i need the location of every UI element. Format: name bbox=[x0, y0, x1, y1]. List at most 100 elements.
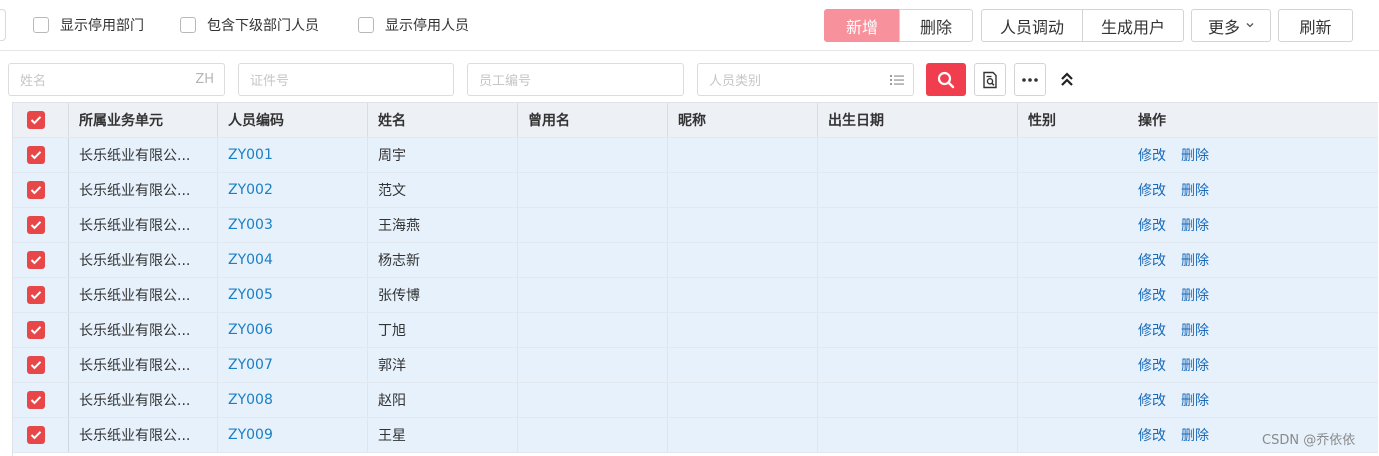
nickname-cell bbox=[668, 278, 818, 312]
more-actions-button[interactable] bbox=[1014, 63, 1046, 96]
edit-link[interactable]: 修改 bbox=[1138, 250, 1166, 270]
delete-link[interactable]: 删除 bbox=[1181, 390, 1209, 410]
table-row[interactable]: 长乐纸业有限公... ZY001 周宇 修改 删除 bbox=[13, 138, 1378, 173]
row-checkbox[interactable] bbox=[27, 181, 45, 199]
row-checkbox[interactable] bbox=[27, 321, 45, 339]
gender-cell bbox=[1018, 313, 1128, 347]
delete-link[interactable]: 删除 bbox=[1181, 180, 1209, 200]
row-checkbox[interactable] bbox=[27, 426, 45, 444]
staff-category-placeholder: 人员类别 bbox=[709, 74, 762, 89]
delete-link[interactable]: 删除 bbox=[1181, 250, 1209, 270]
name-filter-suffix: ZH bbox=[195, 72, 214, 87]
table-row[interactable]: 长乐纸业有限公... ZY004 杨志新 修改 删除 bbox=[13, 243, 1378, 278]
row-checkbox[interactable] bbox=[27, 146, 45, 164]
staff-transfer-button[interactable]: 人员调动 bbox=[981, 9, 1083, 42]
check-icon bbox=[30, 256, 42, 265]
more-button[interactable]: 更多 bbox=[1191, 9, 1271, 42]
staff-code-cell: ZY004 bbox=[218, 243, 368, 277]
delete-link[interactable]: 删除 bbox=[1181, 355, 1209, 375]
generate-user-button[interactable]: 生成用户 bbox=[1082, 9, 1184, 42]
select-all-cell bbox=[13, 103, 69, 137]
staff-category-select[interactable]: 人员类别 bbox=[697, 63, 914, 96]
gender-cell bbox=[1018, 173, 1128, 207]
staff-code-link[interactable]: ZY009 bbox=[228, 427, 273, 443]
delete-link[interactable]: 删除 bbox=[1181, 285, 1209, 305]
column-header-former-name[interactable]: 曾用名 bbox=[518, 103, 668, 137]
name-cell: 王星 bbox=[368, 418, 518, 452]
page: 显示停用部门 包含下级部门人员 显示停用人员 新增 删除 人员调动 生成用户 更… bbox=[0, 0, 1379, 456]
select-all-checkbox[interactable] bbox=[27, 111, 45, 129]
staff-code-cell: ZY009 bbox=[218, 418, 368, 452]
show-disabled-staff-label: 显示停用人员 bbox=[385, 18, 469, 34]
delete-link[interactable]: 删除 bbox=[1181, 320, 1209, 340]
edit-link[interactable]: 修改 bbox=[1138, 285, 1166, 305]
staff-code-link[interactable]: ZY001 bbox=[228, 147, 273, 163]
staff-code-link[interactable]: ZY003 bbox=[228, 217, 273, 233]
preview-button[interactable] bbox=[974, 63, 1006, 96]
edit-link[interactable]: 修改 bbox=[1138, 180, 1166, 200]
employee-no-filter-input[interactable]: 员工编号 bbox=[467, 63, 684, 96]
actions-cell: 修改 删除 bbox=[1128, 383, 1378, 417]
name-filter-input[interactable]: 姓名 ZH bbox=[8, 63, 225, 96]
name-cell: 周宇 bbox=[368, 138, 518, 172]
edit-link[interactable]: 修改 bbox=[1138, 320, 1166, 340]
add-button[interactable]: 新增 bbox=[824, 9, 900, 42]
row-checkbox[interactable] bbox=[27, 391, 45, 409]
column-header-birth-date[interactable]: 出生日期 bbox=[818, 103, 1018, 137]
table-row[interactable]: 长乐纸业有限公... ZY008 赵阳 修改 删除 bbox=[13, 383, 1378, 418]
name-cell: 杨志新 bbox=[368, 243, 518, 277]
staff-code-link[interactable]: ZY002 bbox=[228, 182, 273, 198]
search-button[interactable] bbox=[926, 63, 966, 96]
delete-link[interactable]: 删除 bbox=[1181, 145, 1209, 165]
name-cell: 张传博 bbox=[368, 278, 518, 312]
watermark: CSDN @乔依依 bbox=[1262, 433, 1356, 448]
include-sub-department-checkbox[interactable] bbox=[180, 17, 196, 33]
table-row[interactable]: 长乐纸业有限公... ZY006 丁旭 修改 删除 bbox=[13, 313, 1378, 348]
table-row[interactable]: 长乐纸业有限公... ZY007 郭洋 修改 删除 bbox=[13, 348, 1378, 383]
column-header-nickname[interactable]: 昵称 bbox=[668, 103, 818, 137]
former-name-cell bbox=[518, 173, 668, 207]
refresh-button[interactable]: 刷新 bbox=[1278, 9, 1353, 42]
column-header-gender[interactable]: 性别 bbox=[1018, 103, 1128, 137]
former-name-cell bbox=[518, 138, 668, 172]
staff-code-link[interactable]: ZY004 bbox=[228, 252, 273, 268]
column-header-name[interactable]: 姓名 bbox=[368, 103, 518, 137]
table-row[interactable]: 长乐纸业有限公... ZY003 王海燕 修改 删除 bbox=[13, 208, 1378, 243]
delete-link[interactable]: 删除 bbox=[1181, 425, 1209, 445]
edit-link[interactable]: 修改 bbox=[1138, 425, 1166, 445]
staff-code-link[interactable]: ZY005 bbox=[228, 287, 273, 303]
include-sub-department-option[interactable]: 包含下级部门人员 bbox=[180, 15, 319, 35]
check-icon bbox=[30, 361, 42, 370]
birth-date-cell bbox=[818, 383, 1018, 417]
row-select-cell bbox=[13, 138, 69, 172]
table-row[interactable]: 长乐纸业有限公... ZY009 王星 修改 删除 bbox=[13, 418, 1378, 453]
table-row[interactable]: 长乐纸业有限公... ZY005 张传博 修改 删除 bbox=[13, 278, 1378, 313]
column-header-business-unit[interactable]: 所属业务单元 bbox=[69, 103, 218, 137]
show-disabled-staff-option[interactable]: 显示停用人员 bbox=[358, 15, 469, 35]
staff-code-link[interactable]: ZY008 bbox=[228, 392, 273, 408]
name-cell: 赵阳 bbox=[368, 383, 518, 417]
collapse-filter-button[interactable] bbox=[1057, 68, 1077, 90]
id-number-filter-placeholder: 证件号 bbox=[250, 74, 290, 89]
delete-link[interactable]: 删除 bbox=[1181, 215, 1209, 235]
show-disabled-departments-checkbox[interactable] bbox=[33, 17, 49, 33]
show-disabled-staff-checkbox[interactable] bbox=[358, 17, 374, 33]
birth-date-cell bbox=[818, 173, 1018, 207]
actions-cell: 修改 删除 bbox=[1128, 208, 1378, 242]
column-header-staff-code[interactable]: 人员编码 bbox=[218, 103, 368, 137]
edit-link[interactable]: 修改 bbox=[1138, 390, 1166, 410]
id-number-filter-input[interactable]: 证件号 bbox=[238, 63, 454, 96]
table-row[interactable]: 长乐纸业有限公... ZY002 范文 修改 删除 bbox=[13, 173, 1378, 208]
edit-link[interactable]: 修改 bbox=[1138, 215, 1166, 235]
staff-code-link[interactable]: ZY007 bbox=[228, 357, 273, 373]
row-checkbox[interactable] bbox=[27, 216, 45, 234]
row-checkbox[interactable] bbox=[27, 251, 45, 269]
staff-code-link[interactable]: ZY006 bbox=[228, 322, 273, 338]
row-checkbox[interactable] bbox=[27, 356, 45, 374]
edit-link[interactable]: 修改 bbox=[1138, 355, 1166, 375]
delete-button[interactable]: 删除 bbox=[899, 9, 973, 42]
row-checkbox[interactable] bbox=[27, 286, 45, 304]
show-disabled-departments-option[interactable]: 显示停用部门 bbox=[33, 15, 144, 35]
birth-date-cell bbox=[818, 243, 1018, 277]
edit-link[interactable]: 修改 bbox=[1138, 145, 1166, 165]
